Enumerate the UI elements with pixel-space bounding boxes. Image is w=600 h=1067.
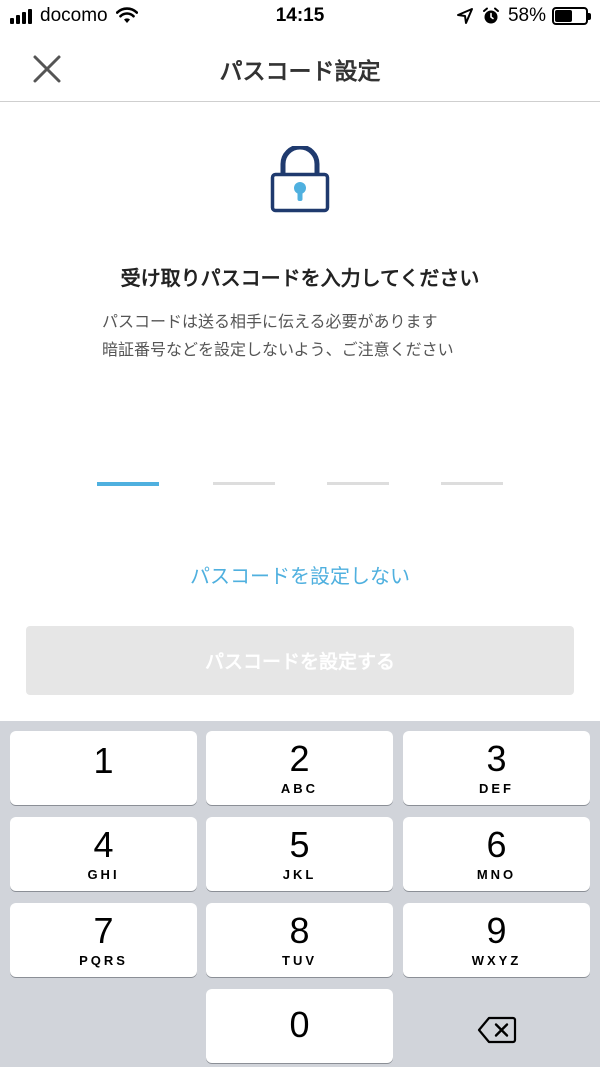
key-letters: DEF: [479, 781, 514, 796]
skip-passcode-link[interactable]: パスコードを設定しない: [0, 560, 600, 589]
key-4[interactable]: 4 GHI: [10, 817, 197, 891]
description-line-2: 暗証番号などを設定しないよう、ご注意ください: [102, 340, 454, 359]
passcode-heading: 受け取りパスコードを入力してください: [120, 266, 480, 290]
key-digit: 4: [93, 824, 114, 865]
passcode-slot-4[interactable]: [441, 482, 503, 485]
key-6[interactable]: 6 MNO: [403, 817, 590, 891]
key-digit: 9: [486, 910, 507, 951]
key-letters: MNO: [476, 867, 517, 882]
key-digit: 2: [289, 738, 310, 779]
status-right: 58%: [456, 5, 591, 27]
key-letters: ABC: [280, 781, 319, 796]
key-1[interactable]: 1: [10, 731, 197, 805]
key-digit: 0: [289, 1004, 310, 1045]
location-icon: [456, 8, 473, 24]
delete-key[interactable]: [403, 993, 590, 1067]
set-passcode-button[interactable]: パスコードを設定する: [26, 626, 574, 695]
passcode-slot-1[interactable]: [97, 482, 159, 486]
key-letters: PQRS: [79, 953, 128, 968]
passcode-description: パスコードは送る相手に伝える必要があります 暗証番号などを設定しないよう、ご注意…: [102, 308, 522, 364]
key-7[interactable]: 7 PQRS: [10, 903, 197, 977]
status-bar: docomo 14:15 58%: [0, 0, 600, 34]
key-digit: 1: [93, 740, 114, 781]
battery-icon: [552, 7, 591, 25]
key-digit: 7: [93, 910, 114, 951]
key-9[interactable]: 9 WXYZ: [403, 903, 590, 977]
description-line-1: パスコードは送る相手に伝える必要があります: [102, 312, 438, 331]
key-digit: 3: [486, 738, 507, 779]
nav-bar: パスコード設定: [0, 34, 600, 102]
page-title: パスコード設定: [219, 59, 381, 85]
key-5[interactable]: 5 JKL: [206, 817, 393, 891]
numeric-keypad: 1 2 ABC 3 DEF 4 GHI 5 JKL 6 MNO 7 PQRS 8…: [0, 721, 600, 1067]
backspace-icon: [477, 1016, 516, 1044]
lock-icon: [270, 146, 330, 213]
key-8[interactable]: 8 TUV: [206, 903, 393, 977]
passcode-slot-3[interactable]: [327, 482, 389, 485]
key-letters: GHI: [87, 867, 120, 882]
passcode-slot-2[interactable]: [213, 482, 275, 485]
alarm-icon: [482, 7, 499, 24]
key-3[interactable]: 3 DEF: [403, 731, 590, 805]
screen: docomo 14:15 58% パスコード設定 受け取りパスコードを入力してく…: [0, 0, 600, 1067]
key-letters: WXYZ: [471, 953, 522, 968]
key-0[interactable]: 0: [206, 989, 393, 1063]
battery-percent: 58%: [507, 5, 546, 26]
key-digit: 6: [486, 824, 507, 865]
key-letters: TUV: [282, 953, 317, 968]
key-letters: JKL: [282, 867, 317, 882]
key-digit: 5: [289, 824, 310, 865]
key-digit: 8: [289, 910, 310, 951]
battery-fill: [555, 10, 573, 22]
key-2[interactable]: 2 ABC: [206, 731, 393, 805]
